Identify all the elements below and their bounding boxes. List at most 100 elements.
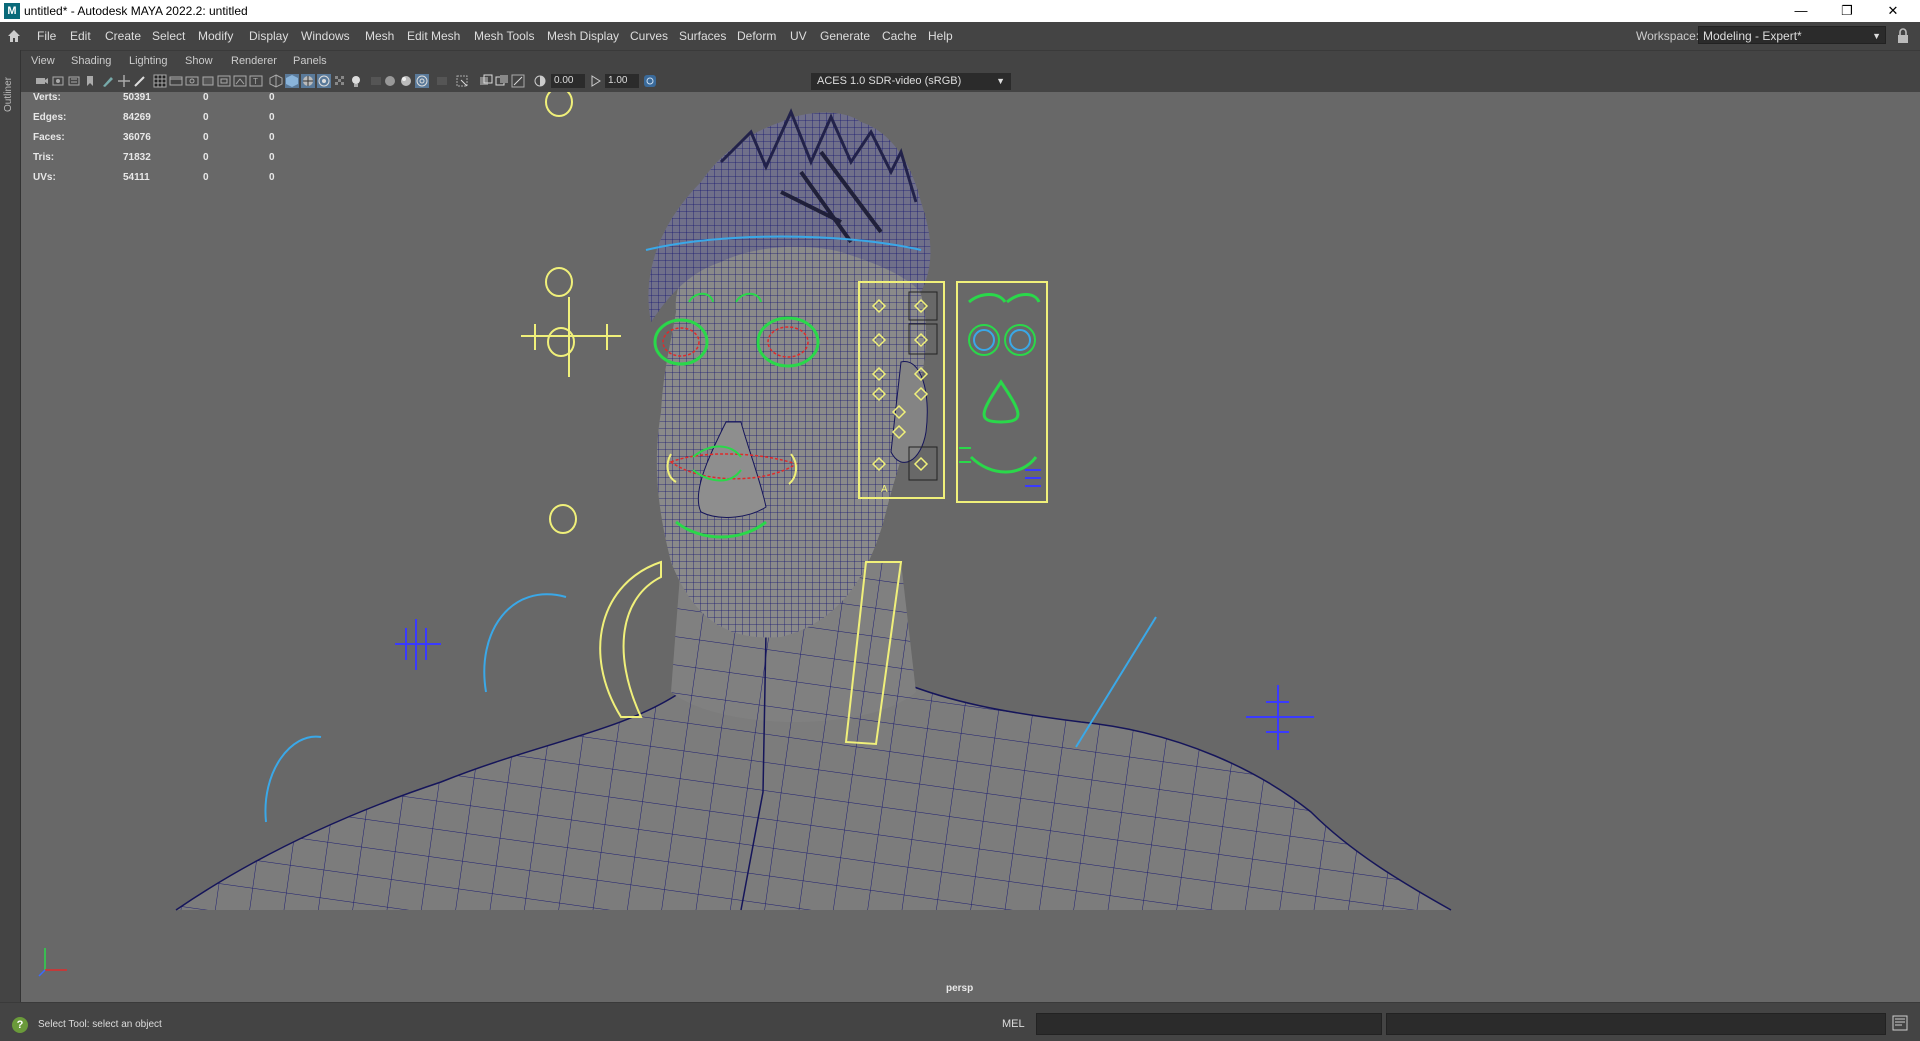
menu-generate[interactable]: Generate	[820, 29, 870, 43]
xray-icon[interactable]	[479, 74, 493, 88]
gamma-field[interactable]: 1.00	[605, 74, 639, 88]
screen-space-ao-icon[interactable]	[383, 74, 397, 88]
menu-create[interactable]: Create	[105, 29, 141, 43]
close-button[interactable]: ✕	[1870, 0, 1916, 22]
menu-windows[interactable]: Windows	[301, 29, 350, 43]
anti-aliasing-icon[interactable]	[415, 74, 429, 88]
hud-row-uvs: UVs: 54111 0 0	[33, 172, 293, 192]
xray-active-components-icon[interactable]	[495, 74, 509, 88]
xray-joints-icon[interactable]	[511, 74, 525, 88]
safe-action-icon[interactable]	[233, 74, 247, 88]
menu-mesh-display[interactable]: Mesh Display	[547, 29, 619, 43]
menu-surfaces[interactable]: Surfaces	[679, 29, 726, 43]
mel-toggle-button[interactable]: MEL	[1002, 1018, 1025, 1030]
hud-uv: 0	[269, 172, 275, 183]
camera-name-label: persp	[946, 983, 974, 994]
hud-uv: 0	[269, 132, 275, 143]
menu-mesh-tools[interactable]: Mesh Tools	[474, 29, 534, 43]
panel-menu-lighting[interactable]: Lighting	[129, 55, 168, 67]
title-bar: M untitled* - Autodesk MAYA 2022.2: unti…	[0, 0, 1920, 22]
motion-blur-icon[interactable]	[399, 74, 413, 88]
menu-modify[interactable]: Modify	[198, 29, 233, 43]
depth-of-field-icon[interactable]	[435, 74, 449, 88]
shadows-icon[interactable]	[369, 74, 383, 88]
menu-select[interactable]: Select	[152, 29, 185, 43]
gate-mask-icon[interactable]	[201, 74, 215, 88]
view-axis-icon	[38, 948, 67, 977]
panel-menu-show[interactable]: Show	[185, 55, 213, 67]
hud-value: 84269	[123, 112, 151, 123]
menu-file[interactable]: File	[37, 29, 56, 43]
textured-icon[interactable]	[317, 74, 331, 88]
hud-value: 71832	[123, 152, 151, 163]
grid-toggle-icon[interactable]	[153, 74, 167, 88]
command-line-output	[1386, 1013, 1886, 1035]
bookmarks-icon[interactable]	[67, 74, 81, 88]
expression-control-board[interactable]	[956, 281, 1048, 503]
panel-menu-renderer[interactable]: Renderer	[231, 55, 277, 67]
hud-label: UVs:	[33, 172, 56, 183]
hud-row-tris: Tris: 71832 0 0	[33, 152, 293, 172]
menu-uv[interactable]: UV	[790, 29, 807, 43]
outliner-tab[interactable]: Outliner	[0, 50, 21, 1012]
color-space-dropdown[interactable]: ACES 1.0 SDR-video (sRGB) ▼	[811, 73, 1011, 90]
image-plane-icon[interactable]	[83, 74, 97, 88]
menu-curves[interactable]: Curves	[630, 29, 668, 43]
exposure-field[interactable]: 0.00	[551, 74, 585, 88]
scene-render: A	[175, 92, 1452, 911]
light-bulb-icon[interactable]	[349, 74, 363, 88]
camera-select-icon[interactable]	[35, 74, 49, 88]
film-gate-icon[interactable]	[169, 74, 183, 88]
help-question-icon: ?	[12, 1017, 28, 1033]
help-line-text: Select Tool: select an object	[38, 1019, 162, 1030]
chevron-down-icon: ▼	[1872, 31, 1881, 41]
script-editor-icon[interactable]	[1892, 1015, 1908, 1031]
two-d-pan-icon[interactable]	[117, 74, 131, 88]
workspace-value: Modeling - Expert*	[1703, 29, 1802, 43]
menu-edit-mesh[interactable]: Edit Mesh	[407, 29, 460, 43]
camera-attributes-icon[interactable]	[51, 74, 65, 88]
wireframe-shading-icon[interactable]	[269, 74, 283, 88]
hud-selected: 0	[203, 152, 209, 163]
restore-button[interactable]: ❐	[1824, 0, 1870, 22]
minimize-button[interactable]: —	[1778, 0, 1824, 22]
help-line-bar: ? Select Tool: select an object MEL	[0, 1002, 1920, 1041]
panel-menu-view[interactable]: View	[31, 55, 55, 67]
isolate-pencil-icon[interactable]	[133, 74, 147, 88]
left-control-set[interactable]	[521, 92, 621, 534]
lock-icon[interactable]	[1896, 28, 1910, 44]
menu-deform[interactable]: Deform	[737, 29, 776, 43]
menu-display[interactable]: Display	[249, 29, 288, 43]
persp-viewport[interactable]: A Verts: 50391 0 0 Edges: 84269 0 0 Face…	[21, 92, 1920, 1002]
wireframe-on-shaded-icon[interactable]	[301, 74, 315, 88]
chevron-down-icon: ▼	[996, 76, 1005, 86]
hud-uv: 0	[269, 92, 275, 103]
gamma-icon[interactable]	[589, 74, 603, 88]
smooth-shade-icon[interactable]	[285, 74, 299, 88]
hud-uv: 0	[269, 112, 275, 123]
outliner-label: Outliner	[3, 76, 14, 112]
menu-help[interactable]: Help	[928, 29, 953, 43]
panel-menu-shading[interactable]: Shading	[71, 55, 111, 67]
grease-pencil-icon[interactable]	[101, 74, 115, 88]
menu-edit[interactable]: Edit	[70, 29, 91, 43]
panel-menu-panels[interactable]: Panels	[293, 55, 327, 67]
use-all-lights-icon[interactable]	[333, 74, 347, 88]
command-line-input[interactable]	[1036, 1013, 1382, 1035]
hud-label: Faces:	[33, 132, 65, 143]
isolate-select-icon[interactable]	[455, 74, 469, 88]
field-chart-icon[interactable]	[217, 74, 231, 88]
home-icon[interactable]	[6, 28, 22, 44]
view-transform-icon[interactable]	[643, 74, 657, 88]
poly-count-hud: Verts: 50391 0 0 Edges: 84269 0 0 Faces:…	[33, 92, 293, 192]
resolution-gate-icon[interactable]	[185, 74, 199, 88]
safe-title-icon[interactable]: T	[249, 74, 263, 88]
window-title: untitled* - Autodesk MAYA 2022.2: untitl…	[24, 4, 248, 18]
menu-cache[interactable]: Cache	[882, 29, 917, 43]
exposure-icon[interactable]	[533, 74, 547, 88]
workspace-dropdown[interactable]: Modeling - Expert* ▼	[1698, 26, 1886, 44]
hud-uv: 0	[269, 152, 275, 163]
menu-mesh[interactable]: Mesh	[365, 29, 394, 43]
hud-row-verts: Verts: 50391 0 0	[33, 92, 293, 112]
svg-text:T: T	[253, 77, 258, 86]
